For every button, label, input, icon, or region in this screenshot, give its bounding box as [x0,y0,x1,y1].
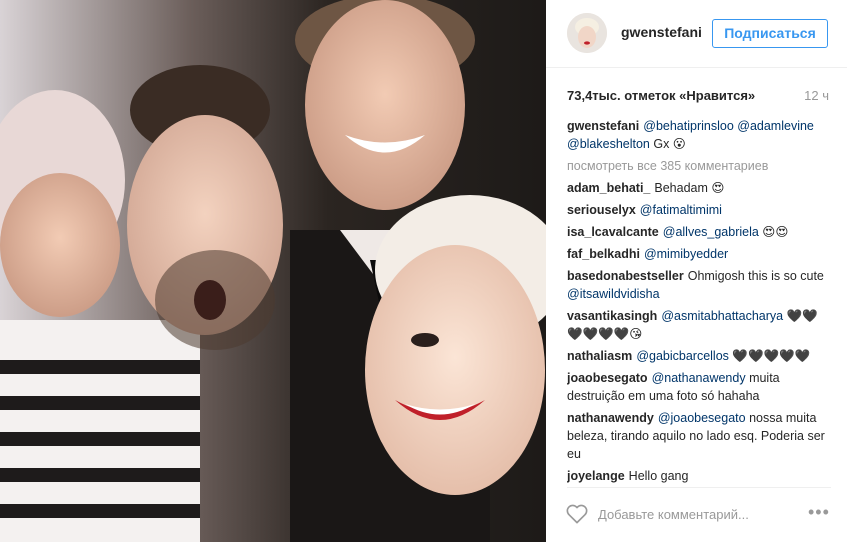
comment-item: basedonabestseller Ohmigosh this is so cu… [567,267,832,303]
comment-username[interactable]: vasantikasingh [567,309,657,323]
comment-item: nathaliasm @gabicbarcellos 🖤🖤🖤🖤🖤 [567,347,832,365]
comment-text: Ohmigosh this is so cute [687,269,824,283]
comment-username[interactable]: isa_lcavalcante [567,225,659,239]
comment-text: 🖤🖤🖤🖤🖤 [728,349,811,363]
mention-link[interactable]: @gabicbarcellos [636,349,729,363]
post-photo-image [0,0,546,542]
post-sidebar: gwenstefani Подписаться 73,4тыс. отметок… [546,0,847,542]
comment-username[interactable]: basedonabestseller [567,269,684,283]
comment-text: Gx 😮 [649,137,686,151]
comment-username[interactable]: nathaliasm [567,349,632,363]
mention-link[interactable]: @fatimaltimimi [640,203,722,217]
mention-link[interactable]: @nathanawendy [652,371,746,385]
follow-button[interactable]: Подписаться [712,19,828,48]
add-comment-input[interactable] [598,499,798,529]
comment-username[interactable]: adam_behati_ [567,181,650,195]
mention-link[interactable]: @asmitabhattacharya [661,309,783,323]
mention-link[interactable]: @adamlevine [737,119,814,133]
likes-count[interactable]: 73,4тыс. отметок «Нравится» [567,88,755,103]
mention-link[interactable]: @behatiprinsloo [643,119,734,133]
comment-username[interactable]: joyelange [567,469,625,483]
avatar[interactable] [567,13,607,53]
caption: gwenstefani @behatiprinsloo @adamlevine @… [567,117,832,153]
comment-item: faf_belkadhi @mimibyedder [567,245,832,263]
comment-text: Behadam 😍 [654,181,725,195]
mention-link[interactable]: @allves_gabriela [663,225,759,239]
comment-item: isa_lcavalcante @allves_gabriela 😍😍 [567,223,832,241]
comment-item: adam_behati_ Behadam 😍 [567,179,832,197]
more-options-icon[interactable]: ••• [808,502,830,523]
comment-username[interactable]: joaobesegato [567,371,648,385]
post-photo[interactable] [0,0,546,542]
like-heart-icon[interactable] [566,504,588,524]
mention-link[interactable]: @blakeshelton [567,137,650,151]
post-header: gwenstefani Подписаться [546,0,847,68]
comment-text: Hello gang [628,469,689,483]
comment-item: joyelange Hello gang [567,467,832,485]
comment-text: 😍😍 [758,225,789,239]
caption-username[interactable]: gwenstefani [567,119,639,133]
post-timestamp[interactable]: 12 ч [804,88,829,103]
likes-row: 73,4тыс. отметок «Нравится» 12 ч [567,88,829,106]
add-comment-row: ••• [546,488,847,542]
comment-username[interactable]: faf_belkadhi [567,247,640,261]
comment-item: seriouselyx @fatimaltimimi [567,201,832,219]
mention-link[interactable]: @mimibyedder [644,247,728,261]
comment-item: joaobesegato @nathanawendy muita destruiç… [567,369,832,405]
comment-username[interactable]: seriouselyx [567,203,636,217]
comment-username[interactable]: nathanawendy [567,411,654,425]
post-author-username[interactable]: gwenstefani [621,24,702,40]
avatar-image [567,13,607,53]
mention-link[interactable]: @joaobesegato [658,411,746,425]
comment-item: nathanawendy @joaobesegato nossa muita be… [567,409,832,463]
mention-link[interactable]: @itsawildvidisha [567,287,660,301]
comment-item: vasantikasingh @asmitabhattacharya 🖤🖤🖤🖤🖤🖤… [567,307,832,343]
view-all-comments-link[interactable]: посмотреть все 385 комментариев [567,157,832,175]
comments-list: gwenstefani @behatiprinsloo @adamlevine @… [567,117,832,487]
